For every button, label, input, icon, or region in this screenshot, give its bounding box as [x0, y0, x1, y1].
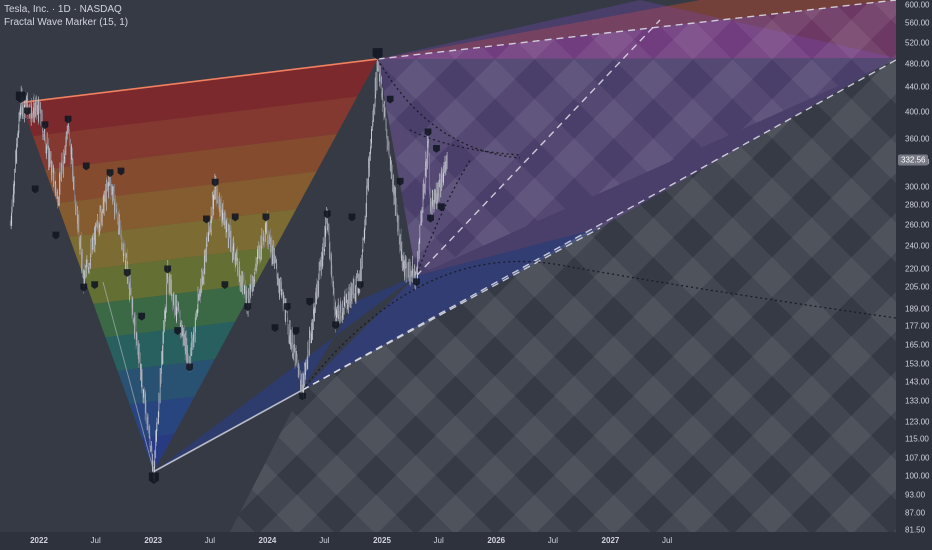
time-tick-label: Jul: [204, 536, 215, 545]
symbol-title[interactable]: Tesla, Inc. · 1D · NASDAQ: [4, 4, 122, 16]
price-tick-label: 240.00: [905, 241, 930, 251]
price-tick-label: 189.00: [905, 304, 930, 314]
time-tick-label: Jul: [90, 536, 101, 545]
fractal-marker: [52, 231, 60, 240]
price-tick-label: 133.00: [905, 396, 930, 406]
time-tick-label: Jul: [661, 536, 673, 545]
time-axis[interactable]: [0, 532, 932, 550]
price-tick-label: 480.00: [905, 59, 930, 69]
price-tick-label: 300.00: [905, 182, 930, 192]
price-chart[interactable]: [0, 0, 896, 532]
fractal-marker: [271, 324, 279, 333]
price-tick-label: 100.00: [905, 471, 930, 481]
chart-window: Tesla, Inc. · 1D · NASDAQ Fractal Wave M…: [0, 0, 932, 550]
price-tick-label: 153.00: [905, 359, 930, 369]
price-tick-label: 260.00: [905, 220, 930, 230]
price-tick-label: 115.00: [905, 434, 929, 444]
time-tick-label: Jul: [433, 536, 444, 545]
time-tick-label: Jul: [547, 536, 558, 545]
price-tick-label: 560.00: [905, 18, 930, 28]
price-tick-label: 107.00: [905, 453, 930, 463]
last-price-badge: 332.56: [898, 154, 929, 166]
price-tick-label: 440.00: [905, 82, 930, 92]
fractal-marker: [244, 303, 252, 311]
fractal-marker: [148, 472, 159, 485]
price-tick-label: 87.00: [905, 508, 926, 518]
time-tick-label: 2027: [601, 536, 620, 545]
price-tick-label: 360.00: [905, 134, 930, 144]
fractal-marker: [80, 283, 88, 292]
fractal-marker: [323, 210, 331, 219]
time-tick-label: 2023: [144, 536, 163, 545]
time-tick-label: 2022: [30, 536, 48, 545]
indicator-title[interactable]: Fractal Wave Marker (15, 1): [4, 17, 128, 29]
fractal-marker: [348, 213, 356, 222]
price-tick-label: 81.50: [905, 525, 926, 535]
fractal-marker: [306, 298, 314, 306]
time-tick-label: Jul: [319, 536, 330, 545]
fractal-marker: [31, 185, 39, 194]
price-tick-label: 520.00: [905, 38, 930, 48]
fractal-marker: [372, 48, 383, 60]
price-tick-label: 93.00: [905, 490, 926, 500]
fractal-marker: [332, 321, 340, 330]
price-tick-label: 280.00: [905, 200, 930, 210]
price-tick-label: 123.00: [905, 417, 930, 427]
time-tick-label: 2025: [373, 536, 391, 545]
price-tick-label: 143.00: [905, 377, 930, 387]
price-tick-label: 400.00: [905, 107, 930, 117]
fan-band: [141, 434, 175, 472]
time-tick-label: 2026: [487, 536, 506, 545]
time-tick-label: 2024: [258, 536, 277, 545]
price-tick-label: 165.00: [905, 340, 930, 349]
price-tick-label: 205.00: [905, 282, 930, 292]
price-tick-label: 177.00: [905, 321, 930, 331]
fractal-marker: [292, 327, 300, 335]
price-tick-label: 600.00: [905, 0, 930, 10]
price-tick-label: 220.00: [905, 264, 930, 274]
